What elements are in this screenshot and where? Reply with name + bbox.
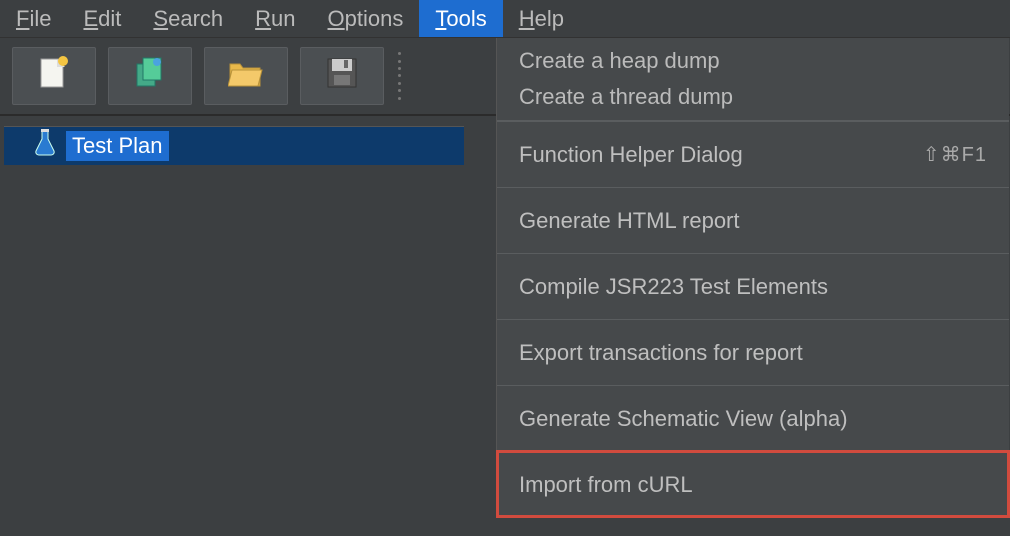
shortcut-label: ⇧⌘F1 (923, 142, 987, 167)
menuitem-label: Function Helper Dialog (519, 142, 743, 168)
menu-file[interactable]: File (0, 0, 67, 37)
menuitem-schematic-view[interactable]: Generate Schematic View (alpha) (497, 385, 1009, 451)
menu-tools[interactable]: Tools (419, 0, 502, 37)
menuitem-import-curl[interactable]: Import from cURL (497, 451, 1009, 517)
menuitem-heap-dump[interactable]: Create a heap dump (519, 48, 987, 74)
tools-dropdown: Create a heap dump Create a thread dump … (496, 38, 1009, 517)
menuitem-compile-jsr[interactable]: Compile JSR223 Test Elements (497, 253, 1009, 319)
menuitem-thread-dump[interactable]: Create a thread dump (519, 84, 987, 110)
templates-icon (133, 56, 167, 96)
tree-item-label: Test Plan (66, 131, 169, 161)
tree-pane: Test Plan (4, 126, 464, 532)
menuitem-label: Compile JSR223 Test Elements (519, 274, 828, 300)
menu-options[interactable]: Options (312, 0, 420, 37)
toolbar-separator (398, 50, 402, 102)
menu-run[interactable]: Run (239, 0, 311, 37)
menubar: File Edit Search Run Options Tools Help (0, 0, 1010, 38)
flask-icon (34, 129, 56, 163)
open-button[interactable] (204, 47, 288, 105)
menu-edit[interactable]: Edit (67, 0, 137, 37)
new-file-icon (39, 55, 69, 97)
menuitem-function-helper[interactable]: Function Helper Dialog ⇧⌘F1 (497, 121, 1009, 187)
templates-button[interactable] (108, 47, 192, 105)
tree-item-test-plan[interactable]: Test Plan (4, 127, 464, 165)
menuitem-label: Generate HTML report (519, 208, 740, 234)
menuitem-label: Import from cURL (519, 472, 693, 498)
menu-search[interactable]: Search (137, 0, 239, 37)
save-button[interactable] (300, 47, 384, 105)
tools-group-dump: Create a heap dump Create a thread dump (497, 38, 1009, 121)
save-floppy-icon (326, 57, 358, 95)
menuitem-html-report[interactable]: Generate HTML report (497, 187, 1009, 253)
open-folder-icon (228, 58, 264, 94)
menuitem-label: Export transactions for report (519, 340, 803, 366)
menuitem-export-transactions[interactable]: Export transactions for report (497, 319, 1009, 385)
menu-help[interactable]: Help (503, 0, 580, 37)
new-button[interactable] (12, 47, 96, 105)
menuitem-label: Generate Schematic View (alpha) (519, 406, 848, 432)
